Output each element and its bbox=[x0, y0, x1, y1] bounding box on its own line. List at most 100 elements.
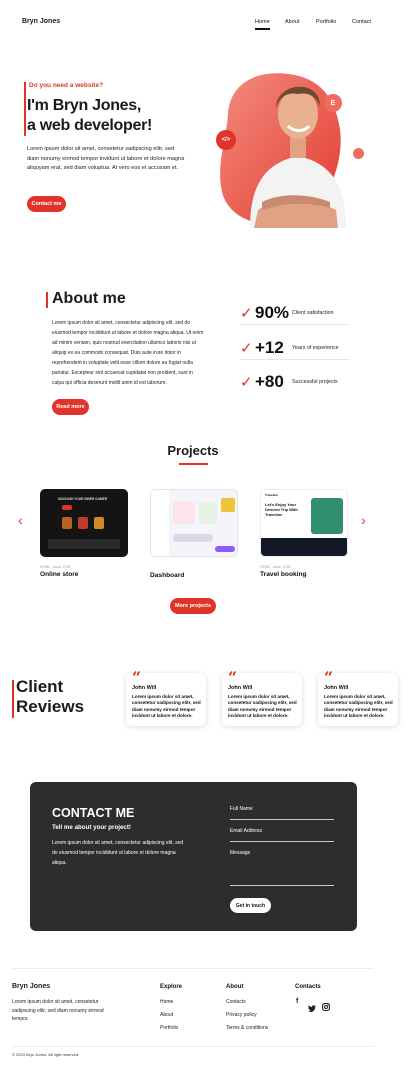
project-thumbnail: Traveline Let's Enjoy Your Desired Trip … bbox=[260, 489, 348, 557]
footer-divider bbox=[12, 968, 374, 969]
about-text: Lorem ipsum dolor sit amet, consectetur … bbox=[52, 320, 204, 386]
thumb-card bbox=[199, 502, 217, 524]
reviewer-name: John Will bbox=[228, 685, 253, 691]
review-text: Lorem ipsum dolor sit amet, consetetur s… bbox=[228, 694, 297, 718]
footer-link-portfolio[interactable]: Portfolio bbox=[160, 1025, 178, 1031]
get-in-touch-button[interactable]: Get in touch bbox=[230, 898, 271, 913]
thumb-item bbox=[94, 517, 104, 529]
review-card: “ John Will Lorem ipsum dolor sit amet, … bbox=[126, 668, 206, 726]
projects-title-underline bbox=[179, 463, 208, 465]
email-input[interactable] bbox=[230, 841, 334, 842]
more-projects-button[interactable]: More projects bbox=[170, 598, 216, 614]
stat-item: ✓ 90% Client satisfaction bbox=[240, 303, 350, 325]
contact-text: Lorem ipsum dolor sit amet, consectetur … bbox=[52, 840, 184, 866]
review-text: Lorem ipsum dolor sit amet, consetetur s… bbox=[324, 694, 393, 718]
stat-label: Successful projects bbox=[292, 379, 338, 385]
nav-link-contact[interactable]: Contact bbox=[352, 19, 371, 25]
check-icon: ✓ bbox=[240, 374, 253, 391]
carousel-prev-button[interactable]: ‹ bbox=[18, 512, 23, 528]
about-title: About me bbox=[52, 290, 126, 307]
message-input[interactable] bbox=[230, 885, 334, 886]
thumb-item bbox=[78, 517, 88, 529]
thumb-badge bbox=[62, 505, 72, 510]
project-card-online-store[interactable]: UNLEASH YOUR INNER GAMER HTML, Java, CSS… bbox=[40, 489, 128, 578]
stat-value: +12 bbox=[255, 338, 284, 357]
thumb-sidebar bbox=[151, 490, 169, 556]
hero-title-line2: a web developer! bbox=[27, 117, 153, 134]
reviews-accent-bar bbox=[12, 680, 14, 718]
projects-title: Projects bbox=[167, 443, 219, 458]
thumb-strip bbox=[261, 538, 347, 556]
project-tags bbox=[150, 565, 238, 570]
project-thumbnail bbox=[150, 489, 238, 557]
carousel-next-button[interactable]: › bbox=[361, 512, 366, 528]
stat-value: 90% bbox=[255, 303, 290, 322]
footer-brand[interactable]: Bryn Jones bbox=[12, 983, 50, 990]
footer-link-about[interactable]: About bbox=[160, 1012, 173, 1018]
thumb-item bbox=[62, 517, 72, 529]
thumb-logo: Traveline bbox=[265, 493, 279, 497]
contact-section: CONTACT ME Tell me about your project! L… bbox=[30, 782, 357, 931]
project-card-travel-booking[interactable]: Traveline Let's Enjoy Your Desired Trip … bbox=[260, 489, 348, 578]
thumb-card bbox=[173, 502, 195, 524]
nav-link-about[interactable]: About bbox=[285, 19, 299, 25]
stat-value: +80 bbox=[255, 372, 284, 391]
nav-link-portfolio[interactable]: Portfolio bbox=[316, 19, 336, 25]
quote-icon: “ bbox=[228, 668, 238, 687]
reviewer-name: John Will bbox=[132, 685, 157, 691]
review-card: “ John Will Lorem ipsum dolor sit amet, … bbox=[318, 668, 398, 726]
thumb-heading: Let's Enjoy Your Desired Trip With Trave… bbox=[265, 502, 298, 517]
brand-logo[interactable]: Bryn Jones bbox=[22, 18, 60, 25]
check-icon: ✓ bbox=[240, 340, 253, 357]
contact-subtitle: Tell me about your project! bbox=[52, 824, 131, 831]
e-badge: E bbox=[324, 94, 342, 112]
footer-divider-bottom bbox=[12, 1046, 374, 1047]
project-tags: HTML, Java, CSS bbox=[40, 565, 71, 569]
thumb-card bbox=[221, 498, 235, 512]
review-text: Lorem ipsum dolor sit amet, consetetur s… bbox=[132, 694, 201, 718]
project-name: Online store bbox=[40, 571, 79, 578]
reviewer-name: John Will bbox=[324, 685, 349, 691]
read-more-button[interactable]: Read more bbox=[52, 399, 89, 415]
project-card-dashboard[interactable]: Dashboard bbox=[150, 489, 238, 579]
full-name-input[interactable] bbox=[230, 819, 334, 820]
quote-icon: “ bbox=[324, 668, 334, 687]
about-accent-bar bbox=[46, 292, 48, 308]
footer-link-terms[interactable]: Terms & conditions bbox=[226, 1025, 268, 1031]
thumb-button bbox=[215, 546, 235, 552]
footer-link-home[interactable]: Home bbox=[160, 999, 173, 1005]
footer-text: Lorem ipsum dolor sit amet, consetetur s… bbox=[12, 999, 104, 1022]
hero-title-line1: I'm Bryn Jones, bbox=[27, 97, 142, 114]
code-icon: </> bbox=[221, 137, 231, 143]
check-icon: ✓ bbox=[240, 305, 253, 322]
reviews-title-line2: Reviews bbox=[16, 697, 85, 716]
contact-me-button[interactable]: Contact me bbox=[27, 196, 66, 212]
footer-about-title: About bbox=[226, 984, 244, 990]
stat-label: Client satisfaction bbox=[292, 310, 334, 316]
message-label: Message bbox=[230, 850, 251, 856]
footer-link-contacts[interactable]: Contacts bbox=[226, 999, 246, 1005]
nav-link-home[interactable]: Home bbox=[255, 19, 270, 30]
letter-e-icon: E bbox=[330, 99, 336, 107]
copyright: © 2023 Bryn Jones. All right reserved. bbox=[12, 1052, 80, 1057]
project-name: Travel booking bbox=[260, 571, 307, 578]
thumb-avatars bbox=[173, 534, 213, 542]
hero-kicker: Do you need a website? bbox=[29, 82, 104, 89]
footer-explore-title: Explore bbox=[160, 984, 183, 990]
project-thumbnail: UNLEASH YOUR INNER GAMER bbox=[40, 489, 128, 557]
instagram-icon[interactable] bbox=[322, 998, 330, 1016]
quote-icon: “ bbox=[132, 668, 142, 687]
thumb-heading: UNLEASH YOUR INNER GAMER bbox=[58, 497, 107, 501]
review-card: “ John Will Lorem ipsum dolor sit amet, … bbox=[222, 668, 302, 726]
twitter-icon[interactable] bbox=[308, 999, 316, 1017]
facebook-icon[interactable]: f bbox=[296, 998, 298, 1005]
email-label: Email Address bbox=[230, 828, 262, 834]
thumb-photo bbox=[311, 498, 343, 534]
footer-link-privacy[interactable]: Privacy policy bbox=[226, 1012, 257, 1018]
hero-illustration: </> E bbox=[210, 52, 370, 230]
project-name: Dashboard bbox=[150, 572, 185, 579]
stat-item: ✓ +12 Years of experience bbox=[240, 338, 350, 360]
stat-label: Years of experience bbox=[292, 345, 339, 351]
footer-contacts-title: Contacts bbox=[295, 984, 321, 990]
decor-dot bbox=[353, 148, 364, 159]
